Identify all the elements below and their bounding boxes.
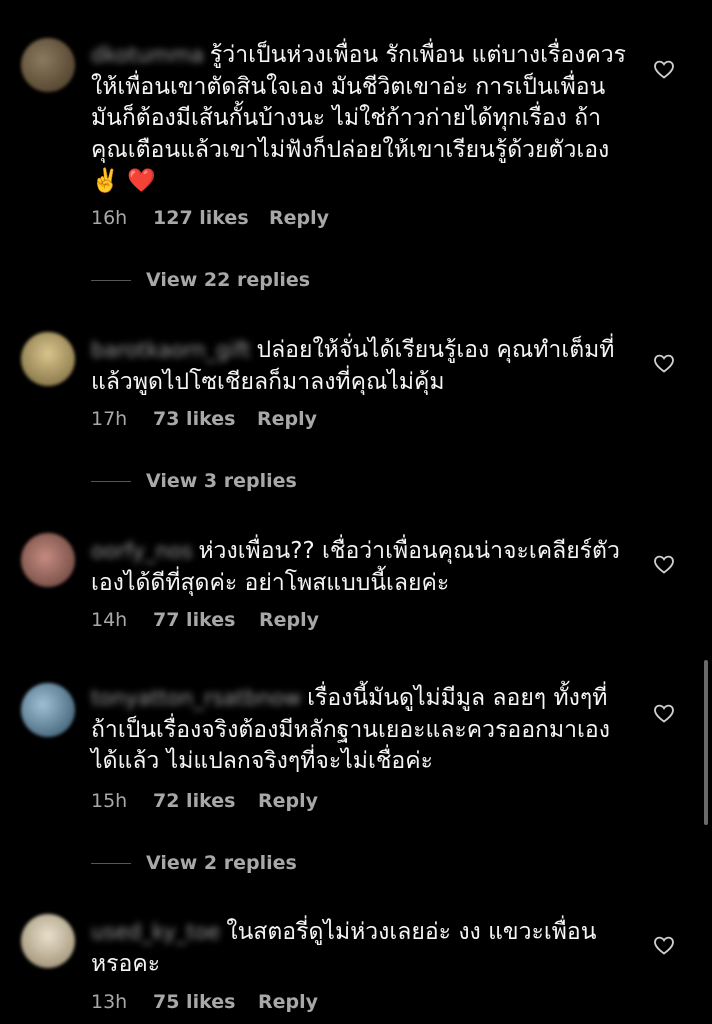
heart-outline-icon[interactable] <box>652 701 676 725</box>
likes-count[interactable]: 73 likes <box>153 408 257 430</box>
reply-button[interactable]: Reply <box>257 408 317 430</box>
avatar[interactable] <box>21 332 75 386</box>
comment-time: 16h <box>91 207 128 229</box>
heart-outline-icon[interactable] <box>652 933 676 957</box>
view-replies-label: View 22 replies <box>146 269 311 291</box>
heart-outline-icon[interactable] <box>652 57 676 81</box>
likes-count[interactable]: 127 likes <box>153 207 269 229</box>
reply-button[interactable]: Reply <box>269 207 329 229</box>
comment-meta: 16h 127 likes Reply <box>91 207 329 229</box>
view-replies-label: View 2 replies <box>146 852 297 874</box>
divider <box>91 480 131 482</box>
username[interactable]: oorfy_nos <box>91 536 192 568</box>
comment-text: dkotumma รู้ว่าเป็นห่วงเพื่อน รักเพื่อน แ… <box>91 40 631 198</box>
view-replies-label: View 3 replies <box>146 470 297 492</box>
username[interactable]: used_ky_toe <box>91 917 220 949</box>
avatar[interactable] <box>21 683 75 737</box>
comment-time: 15h <box>91 790 128 812</box>
comment-text: tonyatton_rsatbnow เรื่องนี้มันดูไม่มีมูล… <box>91 683 631 778</box>
avatar[interactable] <box>21 914 75 968</box>
comment-text: oorfy_nos ห่วงเพื่อน?? เชื่อว่าเพื่อนคุณน… <box>91 536 631 599</box>
reply-button[interactable]: Reply <box>259 609 319 631</box>
username[interactable]: barotkaorn_gift <box>91 335 250 367</box>
comment-text: barotkaorn_gift ปล่อยให้จั่นได้เรียนรู้เอ… <box>91 335 631 398</box>
reply-button[interactable]: Reply <box>258 790 318 812</box>
comment-time: 14h <box>91 609 128 631</box>
comment-time: 13h <box>91 991 128 1013</box>
view-replies-button[interactable]: View 2 replies <box>91 852 297 874</box>
username[interactable]: dkotumma <box>91 40 204 72</box>
divider <box>91 862 131 864</box>
scrollbar[interactable] <box>704 660 708 825</box>
comment-meta: 14h 77 likes Reply <box>91 609 319 631</box>
comment-meta: 13h 75 likes Reply <box>91 991 318 1013</box>
comment-text: used_ky_toe ในสตอรี่ดูไม่ห่วงเลยอ่ะ งง แข… <box>91 917 631 980</box>
likes-count[interactable]: 77 likes <box>153 609 259 631</box>
likes-count[interactable]: 75 likes <box>153 991 258 1013</box>
avatar[interactable] <box>21 533 75 587</box>
view-replies-button[interactable]: View 22 replies <box>91 269 310 291</box>
reply-button[interactable]: Reply <box>258 991 318 1013</box>
username[interactable]: tonyatton_rsatbnow <box>91 683 301 715</box>
divider <box>91 279 131 281</box>
comment-meta: 17h 73 likes Reply <box>91 408 317 430</box>
view-replies-button[interactable]: View 3 replies <box>91 470 297 492</box>
comment-time: 17h <box>91 408 128 430</box>
heart-outline-icon[interactable] <box>652 552 676 576</box>
heart-outline-icon[interactable] <box>652 351 676 375</box>
likes-count[interactable]: 72 likes <box>153 790 258 812</box>
avatar[interactable] <box>21 38 75 92</box>
comment-meta: 15h 72 likes Reply <box>91 790 318 812</box>
